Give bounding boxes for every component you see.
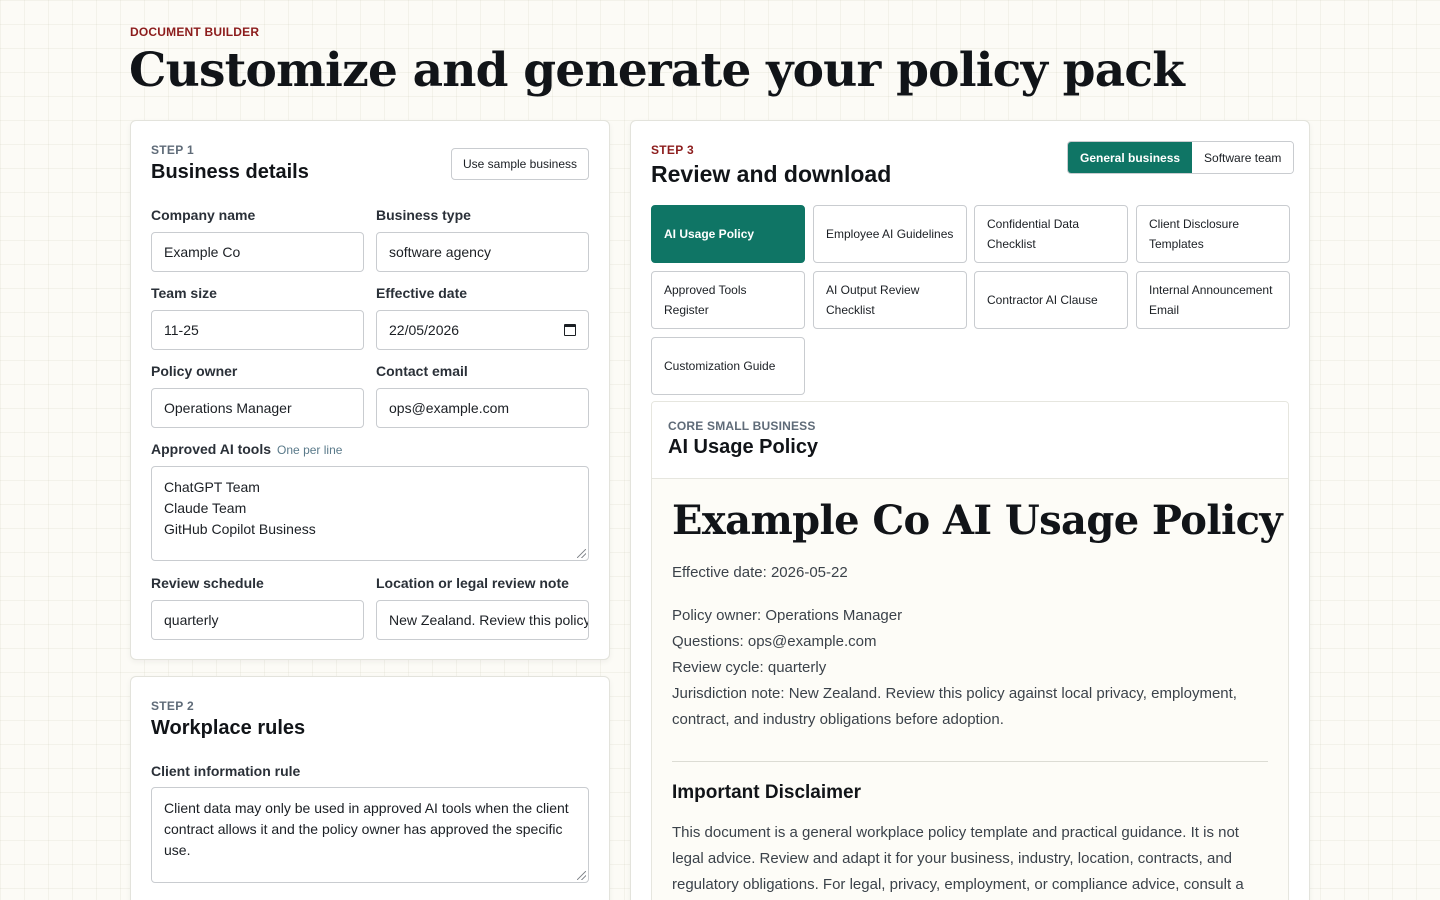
card-title: Workplace rules: [151, 717, 306, 739]
tool-line: Claude Team: [164, 500, 247, 516]
doc-heading: Example Co AI Usage Policy: [672, 497, 1283, 544]
policy-owner-input[interactable]: Operations Manager: [151, 388, 364, 428]
approved-tools-label-text: Approved AI tools: [151, 441, 272, 457]
client-rule-textarea[interactable]: Client data may only be used in approved…: [151, 787, 589, 883]
company-name-input[interactable]: Example Co: [151, 232, 364, 272]
doc-tile-employee-ai-guidelines[interactable]: Employee AI Guidelines: [813, 205, 967, 263]
divider: [672, 761, 1268, 762]
approved-tools-textarea[interactable]: ChatGPT Team Claude Team GitHub Copilot …: [151, 466, 589, 561]
effective-date-value: 22/05/2026: [389, 322, 460, 338]
tool-line: GitHub Copilot Business: [164, 521, 316, 537]
eyebrow: DOCUMENT BUILDER: [130, 25, 260, 39]
doc-policy-owner: Policy owner: Operations Manager: [672, 607, 903, 624]
business-type-input[interactable]: software agency: [376, 232, 589, 272]
doc-effective-date: Effective date: 2026-05-22: [672, 564, 848, 581]
review-download-card: STEP 3 Review and download General busin…: [630, 120, 1310, 900]
tool-line: ChatGPT Team: [164, 479, 260, 495]
contact-email-label: Contact email: [376, 363, 468, 379]
pack-type-toggle: General business Software team: [1067, 141, 1295, 174]
doc-review-cycle: Review cycle: quarterly: [672, 659, 827, 676]
client-rule-label: Client information rule: [151, 763, 301, 779]
page-title: Customize and generate your policy pack: [129, 43, 1185, 98]
preview-header: CORE SMALL BUSINESS AI Usage Policy: [652, 402, 1288, 479]
use-sample-business-button[interactable]: Use sample business: [451, 148, 589, 180]
calendar-icon[interactable]: [564, 324, 576, 336]
review-schedule-input[interactable]: quarterly: [151, 600, 364, 640]
doc-tile-confidential-data-checklist[interactable]: Confidential Data Checklist: [974, 205, 1128, 263]
disclaimer-text: This document is a general workplace pol…: [672, 824, 1244, 893]
doc-tile-customization-guide[interactable]: Customization Guide: [651, 337, 805, 395]
client-rule-text: Client data may only be used in approved…: [164, 800, 569, 858]
doc-jurisdiction: Jurisdiction note: New Zealand. Review t…: [672, 685, 1237, 728]
workplace-rules-card: STEP 2 Workplace rules Client informatio…: [130, 676, 610, 900]
document-preview: CORE SMALL BUSINESS AI Usage Policy Exam…: [651, 401, 1289, 900]
disclaimer-heading: Important Disclaimer: [672, 782, 861, 803]
resize-handle-icon[interactable]: [577, 549, 586, 558]
doc-tile-approved-tools-register[interactable]: Approved Tools Register: [651, 271, 805, 329]
preview-body: Example Co AI Usage Policy Effective dat…: [652, 479, 1288, 900]
doc-tile-contractor-ai-clause[interactable]: Contractor AI Clause: [974, 271, 1128, 329]
effective-date-input[interactable]: 22/05/2026: [376, 310, 589, 350]
software-team-tab[interactable]: Software team: [1192, 142, 1294, 173]
resize-handle-icon[interactable]: [577, 871, 586, 880]
doc-tile-client-disclosure-templates[interactable]: Client Disclosure Templates: [1136, 205, 1290, 263]
approved-tools-hint: One per line: [277, 443, 343, 457]
preview-title: AI Usage Policy: [668, 436, 819, 458]
business-details-card: STEP 1 Business details Use sample busin…: [130, 120, 610, 660]
team-size-label: Team size: [151, 285, 217, 301]
location-note-label: Location or legal review note: [376, 575, 569, 591]
step-label: STEP 3: [651, 143, 694, 157]
review-schedule-label: Review schedule: [151, 575, 264, 591]
step-label: STEP 2: [151, 699, 194, 713]
location-note-input[interactable]: New Zealand. Review this policy against …: [376, 600, 589, 640]
effective-date-label: Effective date: [376, 285, 468, 301]
policy-owner-label: Policy owner: [151, 363, 238, 379]
business-type-label: Business type: [376, 207, 471, 223]
approved-tools-label: Approved AI tools One per line: [151, 441, 342, 457]
doc-tile-internal-announcement-email[interactable]: Internal Announcement Email: [1136, 271, 1290, 329]
card-title: Business details: [151, 161, 309, 183]
contact-email-input[interactable]: ops@example.com: [376, 388, 589, 428]
preview-kicker: CORE SMALL BUSINESS: [668, 419, 816, 433]
step-label: STEP 1: [151, 143, 194, 157]
general-business-tab[interactable]: General business: [1068, 142, 1193, 173]
doc-tile-ai-output-review-checklist[interactable]: AI Output Review Checklist: [813, 271, 967, 329]
doc-tile-ai-usage-policy[interactable]: AI Usage Policy: [651, 205, 805, 263]
doc-questions: Questions: ops@example.com: [672, 633, 877, 650]
team-size-input[interactable]: 11-25: [151, 310, 364, 350]
card-title: Review and download: [651, 161, 892, 187]
company-name-label: Company name: [151, 207, 256, 223]
